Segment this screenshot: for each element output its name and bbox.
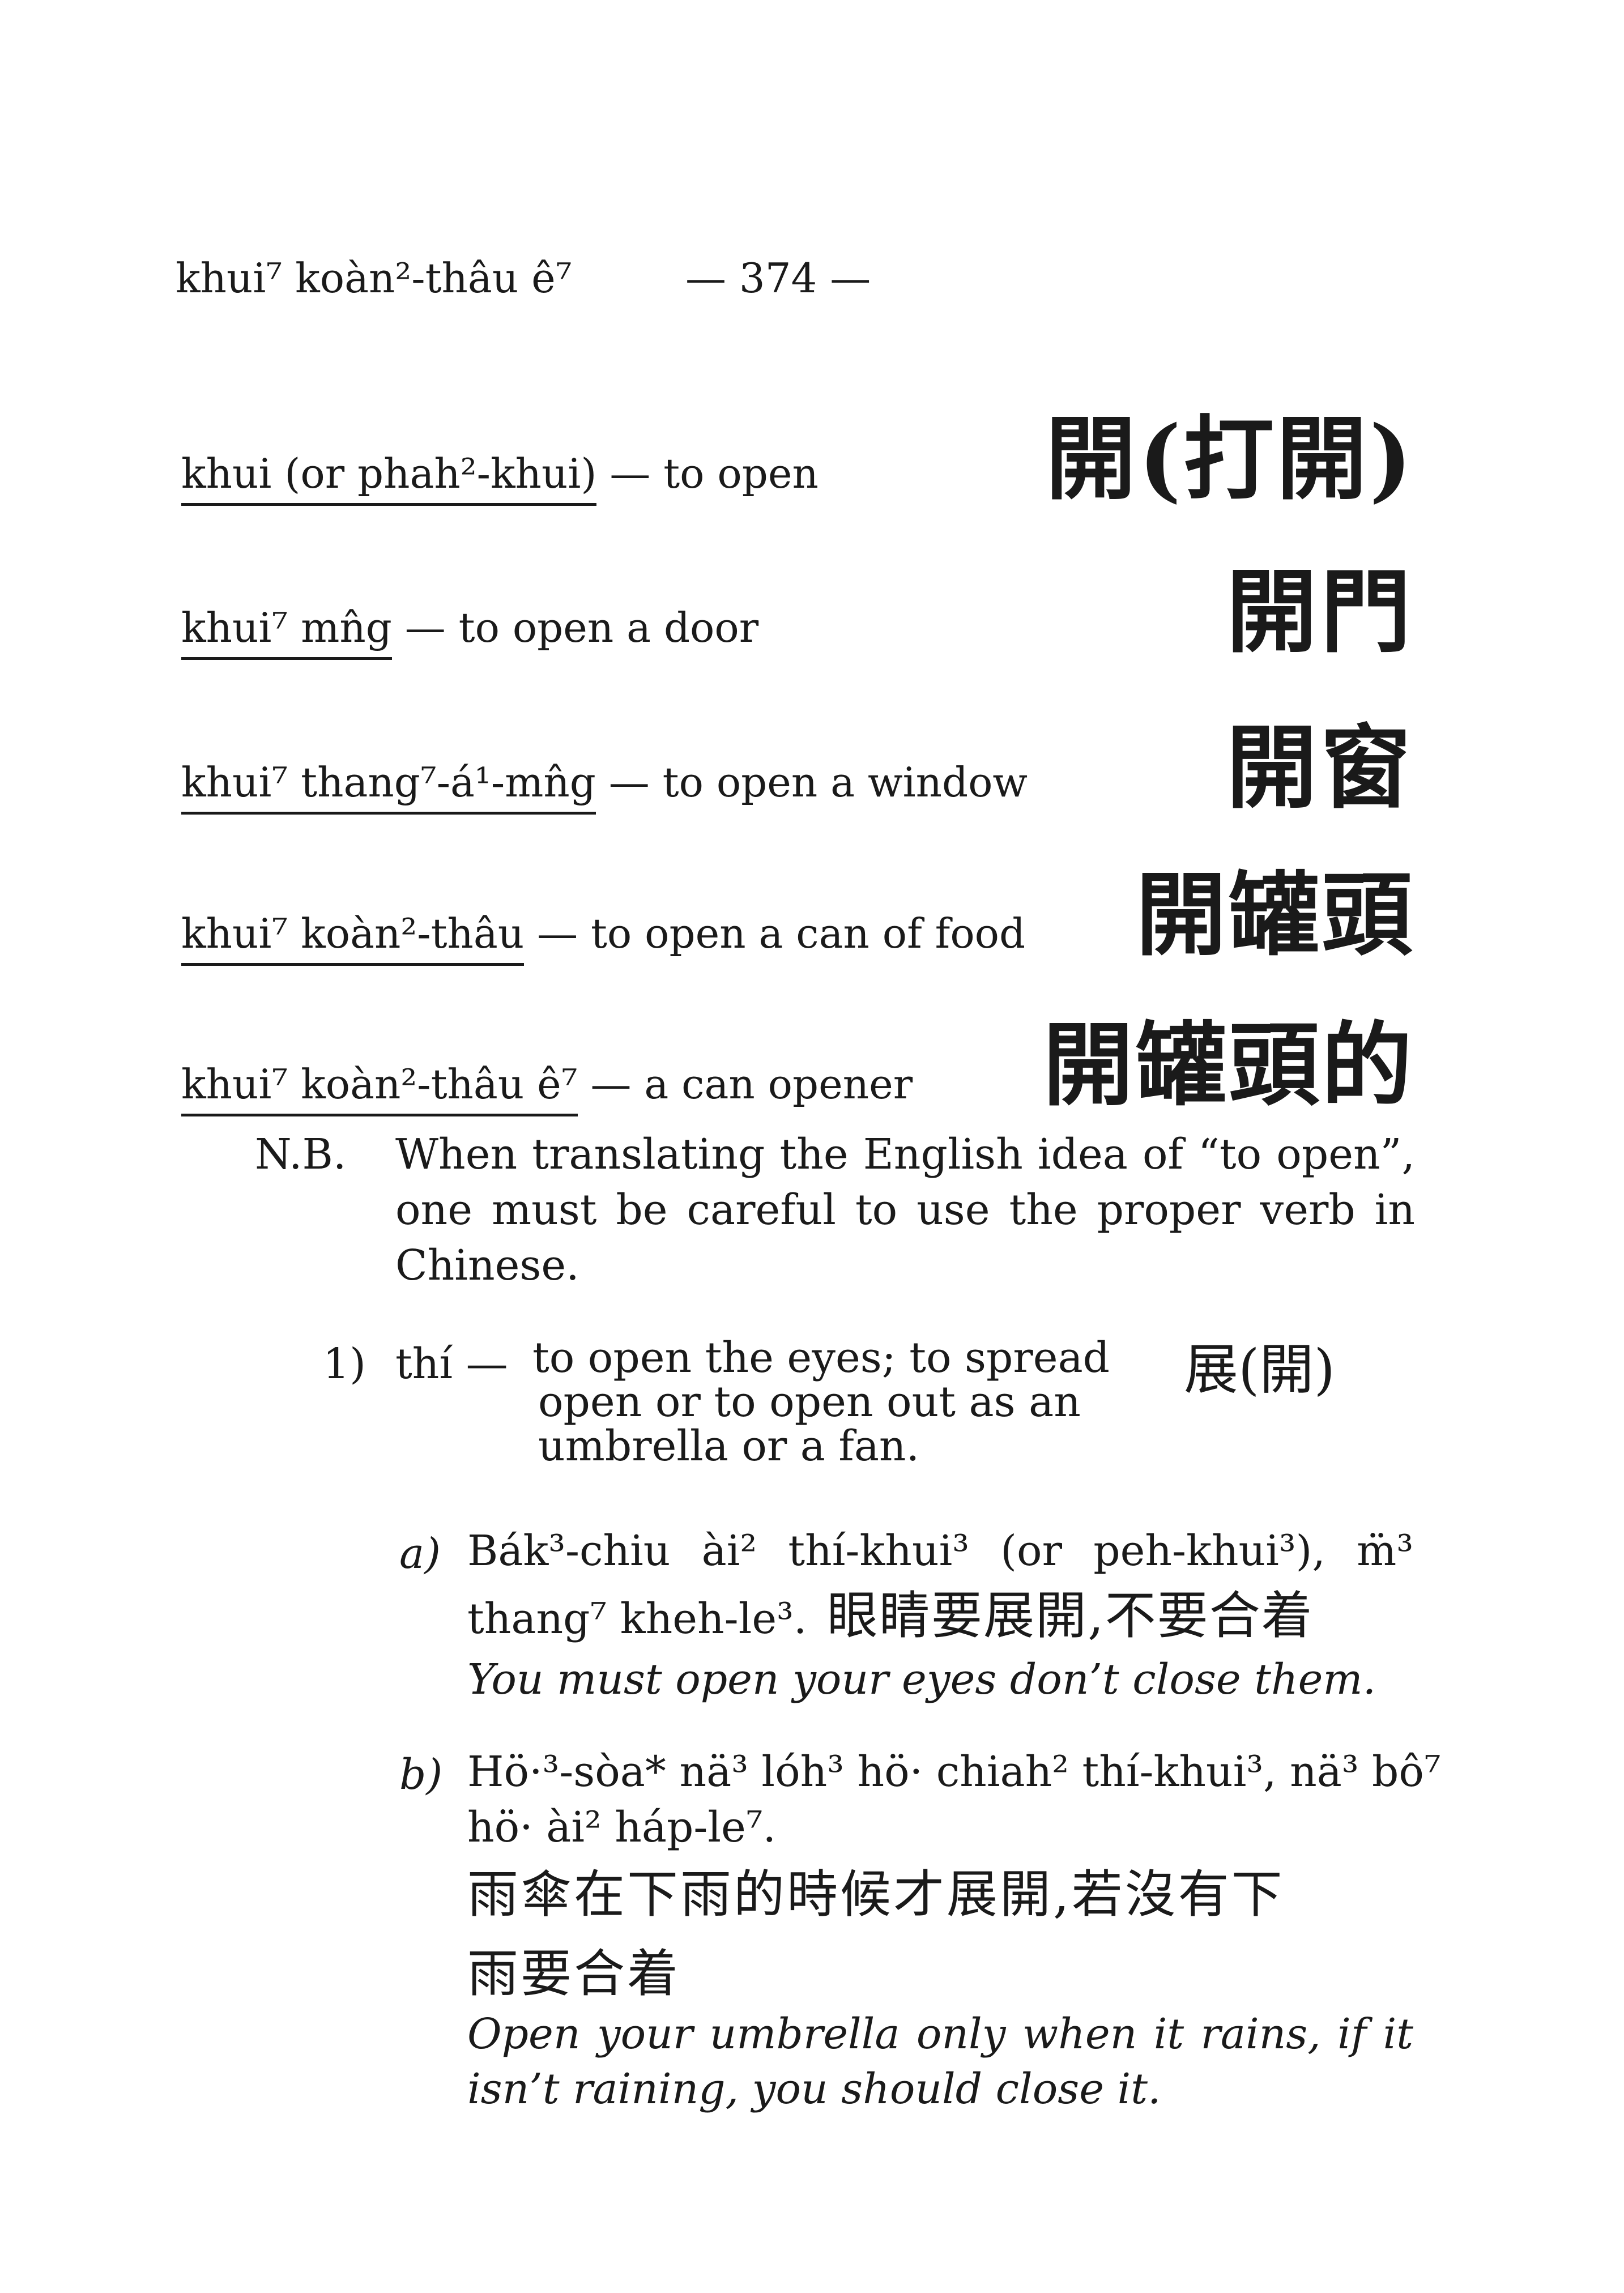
note-line: Chinese.	[395, 1241, 579, 1290]
sub-line: umbrella or a fan.	[538, 1422, 920, 1471]
example-label: a)	[399, 1529, 441, 1578]
example-romanized: hö· ài² háp-le⁷.	[467, 1803, 777, 1852]
entry-gloss: — to open a door	[404, 604, 759, 651]
entry-row: khui⁷ koàn²-thâu — to open a can of food	[181, 910, 1026, 966]
entry-term: khui⁷ mn̂g	[181, 604, 392, 660]
note-label: N.B.	[255, 1130, 347, 1179]
example-chinese: 雨要合着	[467, 1944, 680, 2004]
entry-row: khui (or phah²-khui) — to open	[181, 450, 819, 506]
entry-hanzi: 開罐頭	[1135, 862, 1414, 968]
book-page: khui⁷ koàn²-thâu ê⁷ — 374 — khui (or pha…	[0, 0, 1624, 2293]
entry-term: khui⁷ thang⁷-á¹-mn̂g	[181, 758, 596, 815]
sub-number: 1)	[323, 1340, 366, 1388]
entry-hanzi: 開窗	[1226, 714, 1414, 821]
entry-row: khui⁷ mn̂g — to open a door	[181, 604, 759, 660]
example-romanized: thang⁷ kheh-le³.	[467, 1595, 807, 1643]
entry-term: khui⁷ koàn²-thâu ê⁷	[181, 1060, 578, 1116]
entry-row: khui⁷ thang⁷-á¹-mn̂g — to open a window	[181, 758, 1028, 815]
example-romanized: Hö·³-sòa* nä³ lóh³ hö· chiah² thí-khui³,…	[467, 1748, 1441, 1796]
entry-gloss: — to open a can of food	[537, 910, 1026, 957]
example-chinese: 眼睛要展開,不要合着	[827, 1586, 1314, 1646]
sub-line: open or to open out as an	[538, 1378, 1081, 1426]
page-number: — 374 —	[685, 254, 871, 302]
entry-hanzi: 開罐頭的	[1042, 1012, 1414, 1118]
entry-gloss: — to open a window	[608, 758, 1028, 806]
entry-row: khui⁷ koàn²-thâu ê⁷ — a can opener	[181, 1060, 913, 1116]
example-translation: isn’t raining, you should close it.	[467, 2065, 1161, 2113]
entry-hanzi: 開(打開)	[1045, 406, 1414, 512]
entry-term: khui⁷ koàn²-thâu	[181, 910, 525, 966]
note-line: one must be careful to use the proper ve…	[395, 1186, 1415, 1234]
sub-line: to open the eyes; to spread	[532, 1333, 1110, 1382]
entry-gloss: — a can opener	[590, 1060, 913, 1108]
sub-head: thí —	[395, 1340, 508, 1388]
entry-term: khui (or phah²-khui)	[181, 450, 597, 506]
example-romanized: Bák³-chiu ài² thí-khui³ (or peh-khui³), …	[467, 1527, 1413, 1575]
entry-gloss: — to open	[609, 450, 819, 497]
entry-hanzi: 開門	[1226, 559, 1414, 665]
sub-hanzi: 展(開)	[1184, 1338, 1335, 1401]
example-chinese: 雨傘在下雨的時候才展開,若沒有下	[467, 1865, 1285, 1924]
example-translation: You must open your eyes don’t close them…	[467, 1655, 1376, 1704]
note-line: When translating the English idea of “to…	[395, 1130, 1415, 1179]
running-head: khui⁷ koàn²-thâu ê⁷	[176, 254, 572, 302]
example-label: b)	[399, 1750, 443, 1799]
example-translation: Open your umbrella only when it rains, i…	[467, 2010, 1413, 2058]
